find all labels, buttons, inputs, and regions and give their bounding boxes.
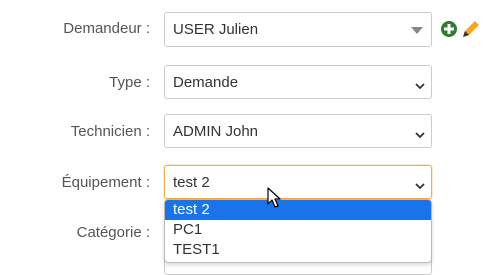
option-test1[interactable]: TEST1	[165, 240, 431, 260]
equipment-select[interactable]: test 2	[164, 165, 432, 199]
technician-select[interactable]: ADMIN John	[164, 114, 432, 148]
chevron-down-icon	[415, 127, 425, 139]
equipment-options-list[interactable]: test 2 PC1 TEST1	[164, 199, 432, 263]
plus-circle-icon[interactable]	[440, 20, 458, 38]
category-label: Catégorie :	[76, 224, 150, 241]
chevron-down-icon	[415, 78, 425, 90]
type-select[interactable]: Demande	[164, 65, 432, 99]
requester-value: USER Julien	[173, 21, 259, 38]
type-label: Type :	[109, 74, 150, 91]
equipment-label: Équipement :	[61, 174, 150, 191]
pencil-icon[interactable]	[460, 18, 482, 40]
requester-select[interactable]: USER Julien	[164, 12, 432, 47]
mouse-cursor-icon	[267, 187, 281, 209]
requester-label: Demandeur :	[63, 20, 150, 37]
technician-label: Technicien :	[70, 123, 150, 140]
chevron-down-icon	[415, 178, 425, 190]
type-value: Demande	[173, 74, 239, 91]
chevron-down-icon	[411, 27, 423, 34]
technician-value: ADMIN John	[173, 123, 259, 140]
equipment-value: test 2	[173, 174, 210, 191]
option-test-2[interactable]: test 2	[165, 200, 431, 220]
option-pc1[interactable]: PC1	[165, 220, 431, 240]
